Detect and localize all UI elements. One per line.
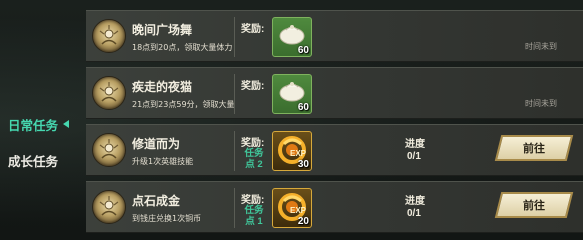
status-text: 时间未到 xyxy=(525,42,557,51)
task-description: 21点到23点59分，领取大量 xyxy=(132,100,235,109)
task-description: 升级1次英雄技能 xyxy=(132,157,194,166)
task-description: 到钱庄兑换1次铜币 xyxy=(132,214,202,223)
go-button-label: 前往 xyxy=(523,200,545,212)
bun-icon xyxy=(279,82,305,102)
divider xyxy=(234,74,235,114)
task-card: 修道而为 升级1次英雄技能 奖励: 任务点 2 EXP 30 进度 0/1 前往 xyxy=(86,124,583,176)
svg-text:EXP: EXP xyxy=(290,206,307,215)
task-emblem-icon xyxy=(92,76,126,110)
bun-icon xyxy=(279,25,305,45)
tab-daily-tasks-label: 日常任务 xyxy=(8,118,59,133)
progress-value: 0/1 xyxy=(407,208,421,219)
divider xyxy=(234,131,235,171)
reward-quantity: 60 xyxy=(297,45,309,56)
reward-label: 奖励: xyxy=(241,81,265,92)
task-emblem-icon xyxy=(92,133,126,167)
reward-label: 奖励: xyxy=(241,195,265,206)
progress-label: 进度 xyxy=(405,196,425,207)
go-button[interactable]: 前往 xyxy=(494,135,574,161)
divider xyxy=(234,188,235,228)
tab-growth-tasks-label: 成长任务 xyxy=(8,154,59,169)
reward-label: 奖励: xyxy=(241,138,265,149)
reward-item[interactable]: EXP 20 xyxy=(272,188,312,228)
task-points-label: 任务点 2 xyxy=(244,148,264,170)
reward-quantity: 20 xyxy=(297,216,309,227)
active-tab-arrow-icon xyxy=(63,120,70,128)
task-title: 修道而为 xyxy=(132,137,181,151)
task-card: 晚间广场舞 18点到20点，领取大量体力 奖励: 60 时间未到 xyxy=(86,10,583,62)
progress-value: 0/1 xyxy=(407,151,421,162)
task-title: 疾走的夜猫 xyxy=(132,80,193,94)
task-card: 点石成金 到钱庄兑换1次铜币 奖励: 任务点 1 EXP 20 进度 0/1 前… xyxy=(86,181,583,233)
task-points-label: 任务点 1 xyxy=(244,205,264,227)
status-text: 时间未到 xyxy=(525,99,557,108)
reward-item[interactable]: EXP 30 xyxy=(272,131,312,171)
sidebar: 日常任务 成长任务 xyxy=(0,0,82,240)
reward-quantity: 30 xyxy=(297,159,309,170)
task-description: 18点到20点，领取大量体力 xyxy=(132,43,233,52)
go-button-label: 前往 xyxy=(523,143,545,155)
divider xyxy=(234,17,235,57)
tab-daily-tasks[interactable]: 日常任务 xyxy=(0,112,82,136)
task-card: 疾走的夜猫 21点到23点59分，领取大量 奖励: 60 时间未到 xyxy=(86,67,583,119)
reward-item[interactable]: 60 xyxy=(272,74,312,114)
go-button[interactable]: 前往 xyxy=(494,192,574,218)
task-title: 点石成金 xyxy=(132,194,181,208)
reward-quantity: 60 xyxy=(297,102,309,113)
reward-label: 奖励: xyxy=(241,24,265,35)
tab-growth-tasks[interactable]: 成长任务 xyxy=(0,148,82,172)
task-emblem-icon xyxy=(92,19,126,53)
task-title: 晚间广场舞 xyxy=(132,23,193,37)
task-emblem-icon xyxy=(92,190,126,224)
svg-text:EXP: EXP xyxy=(290,149,307,158)
reward-item[interactable]: 60 xyxy=(272,17,312,57)
progress-label: 进度 xyxy=(405,139,425,150)
